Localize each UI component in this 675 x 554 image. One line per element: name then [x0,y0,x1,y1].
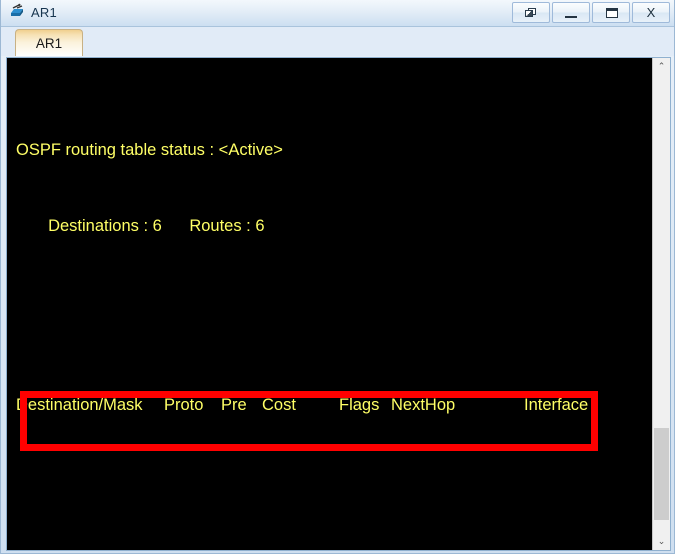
header-interface: Interface [524,395,589,414]
window-title: AR1 [31,4,57,20]
title-bar: AR1 X [1,0,674,27]
active-status-line: OSPF routing table status : <Active> [16,140,283,159]
header-pre: Pre [221,395,247,414]
scrollbar-thumb[interactable] [654,428,669,520]
close-button[interactable]: X [632,2,670,23]
scroll-up-icon[interactable]: ⌃ [653,58,670,75]
tab-strip: AR1 [1,27,674,56]
maximize-button[interactable] [592,2,630,23]
window-controls: X [510,2,670,23]
tab-label: AR1 [35,35,63,51]
title-bar-left: AR1 [8,3,57,21]
vertical-scrollbar[interactable]: ⌃ ⌄ [652,58,670,550]
restore-icon [525,8,536,17]
header-nexthop: NextHop [391,395,456,414]
terminal-output: OSPF routing table status : <Active> Des… [16,61,649,550]
router-icon [8,3,26,21]
minimize-icon [565,16,577,18]
header-destination-mask: Destination/Mask [16,395,143,414]
minimize-button[interactable] [552,2,590,23]
maximize-icon [606,8,618,18]
terminal-window: AR1 X AR1 OSPF routing table status: <A… [0,0,675,554]
header-proto: Proto [164,395,204,414]
tab-ar1[interactable]: AR1 [15,29,83,56]
terminal-viewport[interactable]: OSPF routing table status : <Active> Des… [7,58,651,550]
active-summary-line: Destinations : 6 Routes : 6 [16,217,265,235]
table-header-row: Destination/Mask Proto Pre Cost Flags NextHop… [16,393,649,419]
terminal-console[interactable]: OSPF routing table status : <Active> Des… [6,57,671,551]
header-flags: Flags [339,395,380,414]
restore-button[interactable] [512,2,550,23]
close-icon: X [646,5,656,20]
scroll-down-icon[interactable]: ⌄ [653,533,670,550]
header-cost: Cost [262,395,296,414]
